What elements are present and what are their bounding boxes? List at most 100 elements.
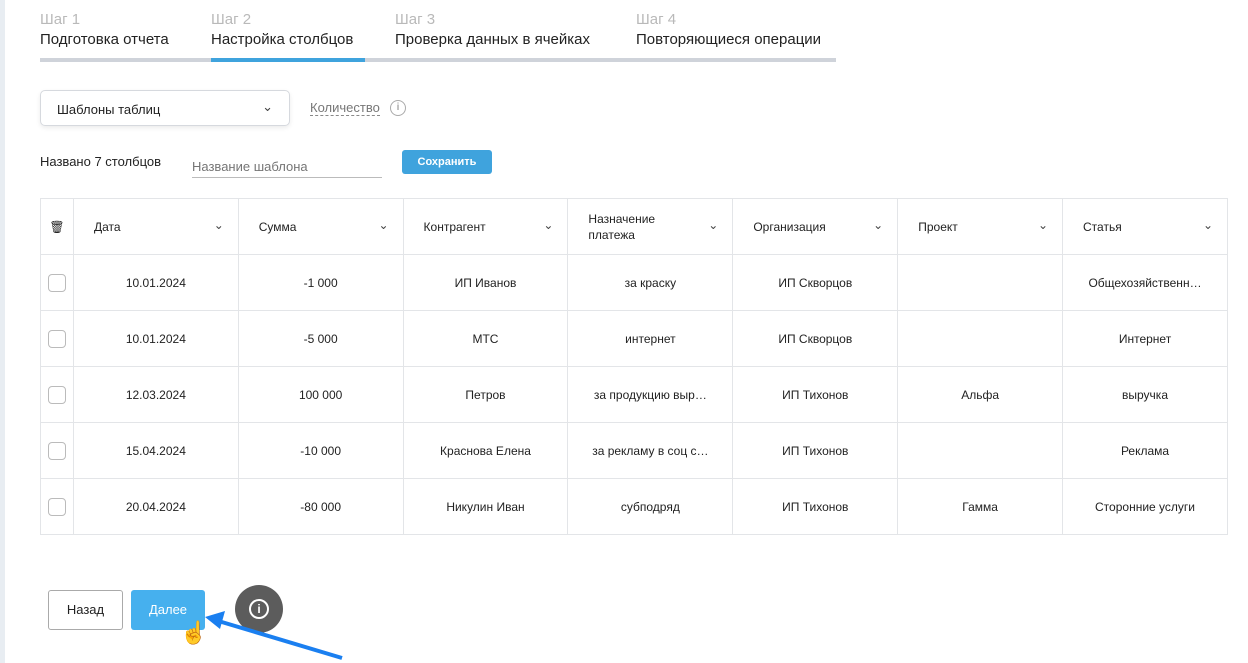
row-checkbox[interactable]: [47, 329, 66, 348]
table-cell: -80 000: [237, 478, 404, 535]
table-row: 20.04.2024 -80 000 Никулин Иван субподряд ИП…: [40, 478, 1228, 535]
column-title: Контрагент: [423, 219, 486, 234]
table-cell: [897, 310, 1064, 367]
step-title: Проверка данных в ячейках: [395, 31, 590, 48]
step-3[interactable]: Шаг 3 Проверка данных в ячейках: [365, 10, 606, 62]
step-title: Подготовка отчета: [40, 31, 169, 48]
table-cell: ИП Тихонов: [732, 478, 899, 535]
data-table: 🗑 Дата ⌄ Сумма ⌄ Контрагент ⌄ Назначение пл…: [40, 198, 1228, 535]
table-cell: за продукцию выр…: [567, 366, 734, 423]
step-title: Настройка столбцов: [211, 31, 354, 48]
row-select-cell[interactable]: [40, 422, 74, 479]
step-2[interactable]: Шаг 2 Настройка столбцов: [211, 10, 365, 62]
table-header: 🗑 Дата ⌄ Сумма ⌄ Контрагент ⌄ Назначение пл…: [40, 198, 1228, 255]
table-cell: Никулин Иван: [402, 478, 569, 535]
row-checkbox[interactable]: [47, 273, 66, 292]
column-header[interactable]: Проект ⌄: [897, 198, 1064, 255]
column-header[interactable]: Дата ⌄: [72, 198, 239, 255]
table-cell: -1 000: [237, 254, 404, 311]
trash-icon[interactable]: 🗑: [49, 220, 64, 234]
chevron-down-icon[interactable]: ⌄: [1038, 218, 1048, 232]
table-cell: 10.01.2024: [72, 254, 239, 311]
stepper: Шаг 1 Подготовка отчета Шаг 2 Настройка ст…: [40, 10, 836, 62]
table-cell: МТС: [402, 310, 569, 367]
step-1[interactable]: Шаг 1 Подготовка отчета: [40, 10, 211, 62]
sidebar-edge: [0, 0, 5, 663]
table-cell: за краску: [567, 254, 734, 311]
table-cell: [897, 422, 1064, 479]
step-number: Шаг 3: [395, 11, 436, 28]
back-button[interactable]: Назад: [48, 590, 123, 630]
row-select-cell[interactable]: [40, 366, 74, 423]
table-cell: за рекламу в соц с…: [567, 422, 734, 479]
table-cell: интернет: [567, 310, 734, 367]
table-cell: -5 000: [237, 310, 404, 367]
step-number: Шаг 1: [40, 11, 81, 28]
column-header[interactable]: Организация ⌄: [732, 198, 899, 255]
table-cell: Краснова Елена: [402, 422, 569, 479]
table-cell: Реклама: [1062, 422, 1228, 479]
table-cell: 10.01.2024: [72, 310, 239, 367]
table-cell: Интернет: [1062, 310, 1228, 367]
table-cell: ИП Тихонов: [732, 422, 899, 479]
column-header[interactable]: Статья ⌄: [1062, 198, 1228, 255]
step-number: Шаг 4: [636, 11, 677, 28]
table-cell: 12.03.2024: [72, 366, 239, 423]
column-header[interactable]: Сумма ⌄: [237, 198, 404, 255]
table-cell: 15.04.2024: [72, 422, 239, 479]
chevron-down-icon[interactable]: ⌄: [708, 218, 718, 232]
save-button[interactable]: Сохранить: [402, 150, 492, 174]
table-cell: ИП Скворцов: [732, 310, 899, 367]
table-row: 10.01.2024 -5 000 МТС интернет ИП Скворцов Ин…: [40, 310, 1228, 367]
template-name-input[interactable]: [192, 150, 382, 178]
column-title: Дата: [93, 219, 121, 234]
row-select-cell[interactable]: [40, 478, 74, 535]
chevron-down-icon[interactable]: ⌄: [543, 218, 553, 232]
row-select-cell[interactable]: [40, 254, 74, 311]
table-cell: 100 000: [237, 366, 404, 423]
row-checkbox[interactable]: [47, 441, 66, 460]
delete-column-header[interactable]: 🗑: [40, 198, 74, 255]
column-header[interactable]: Назначение платежа ⌄: [567, 198, 734, 255]
table-cell: Петров: [402, 366, 569, 423]
table-cell: Общехозяйственн…: [1062, 254, 1228, 311]
row-select-cell[interactable]: [40, 310, 74, 367]
column-title: Статья: [1083, 219, 1122, 234]
column-title: Сумма: [258, 219, 297, 234]
quantity-link[interactable]: Количество: [310, 100, 380, 116]
row-checkbox[interactable]: [47, 385, 66, 404]
chevron-down-icon[interactable]: ⌄: [378, 218, 388, 232]
table-cell: выручка: [1062, 366, 1228, 423]
column-title: Проект: [918, 219, 958, 234]
table-cell: ИП Тихонов: [732, 366, 899, 423]
table-cell: субподряд: [567, 478, 734, 535]
table-templates-dropdown[interactable]: Шаблоны таблиц ⌄: [40, 90, 290, 126]
step-title: Повторяющиеся операции: [636, 31, 822, 48]
table-cell: ИП Иванов: [402, 254, 569, 311]
table-row: 10.01.2024 -1 000 ИП Иванов за краску ИП Скв…: [40, 254, 1228, 311]
info-icon[interactable]: i: [390, 100, 406, 116]
chevron-down-icon[interactable]: ⌄: [1203, 218, 1213, 232]
dropdown-value: Шаблоны таблиц: [57, 102, 161, 117]
table-cell: Сторонние услуги: [1062, 478, 1228, 535]
table-cell: Альфа: [897, 366, 1064, 423]
chevron-down-icon[interactable]: ⌄: [214, 218, 224, 232]
column-title: Назначение платежа: [588, 211, 656, 242]
row-checkbox[interactable]: [47, 497, 66, 516]
annotation-arrow: ☝: [180, 611, 343, 660]
table-row: 12.03.2024 100 000 Петров за продукцию выр……: [40, 366, 1228, 423]
table-cell: Гамма: [897, 478, 1064, 535]
table-cell: ИП Скворцов: [732, 254, 899, 311]
step-number: Шаг 2: [211, 11, 252, 28]
hand-cursor-icon: ☝: [180, 619, 207, 646]
step-4[interactable]: Шаг 4 Повторяющиеся операции: [606, 10, 836, 62]
table-cell: [897, 254, 1064, 311]
table-cell: 20.04.2024: [72, 478, 239, 535]
column-header[interactable]: Контрагент ⌄: [402, 198, 569, 255]
chevron-down-icon[interactable]: ⌄: [873, 218, 883, 232]
column-title: Организация: [753, 219, 826, 234]
table-row: 15.04.2024 -10 000 Краснова Елена за реклам…: [40, 422, 1228, 479]
chevron-down-icon: ⌄: [262, 99, 273, 114]
named-columns-count: Названо 7 столбцов: [40, 154, 162, 169]
table-cell: -10 000: [237, 422, 404, 479]
